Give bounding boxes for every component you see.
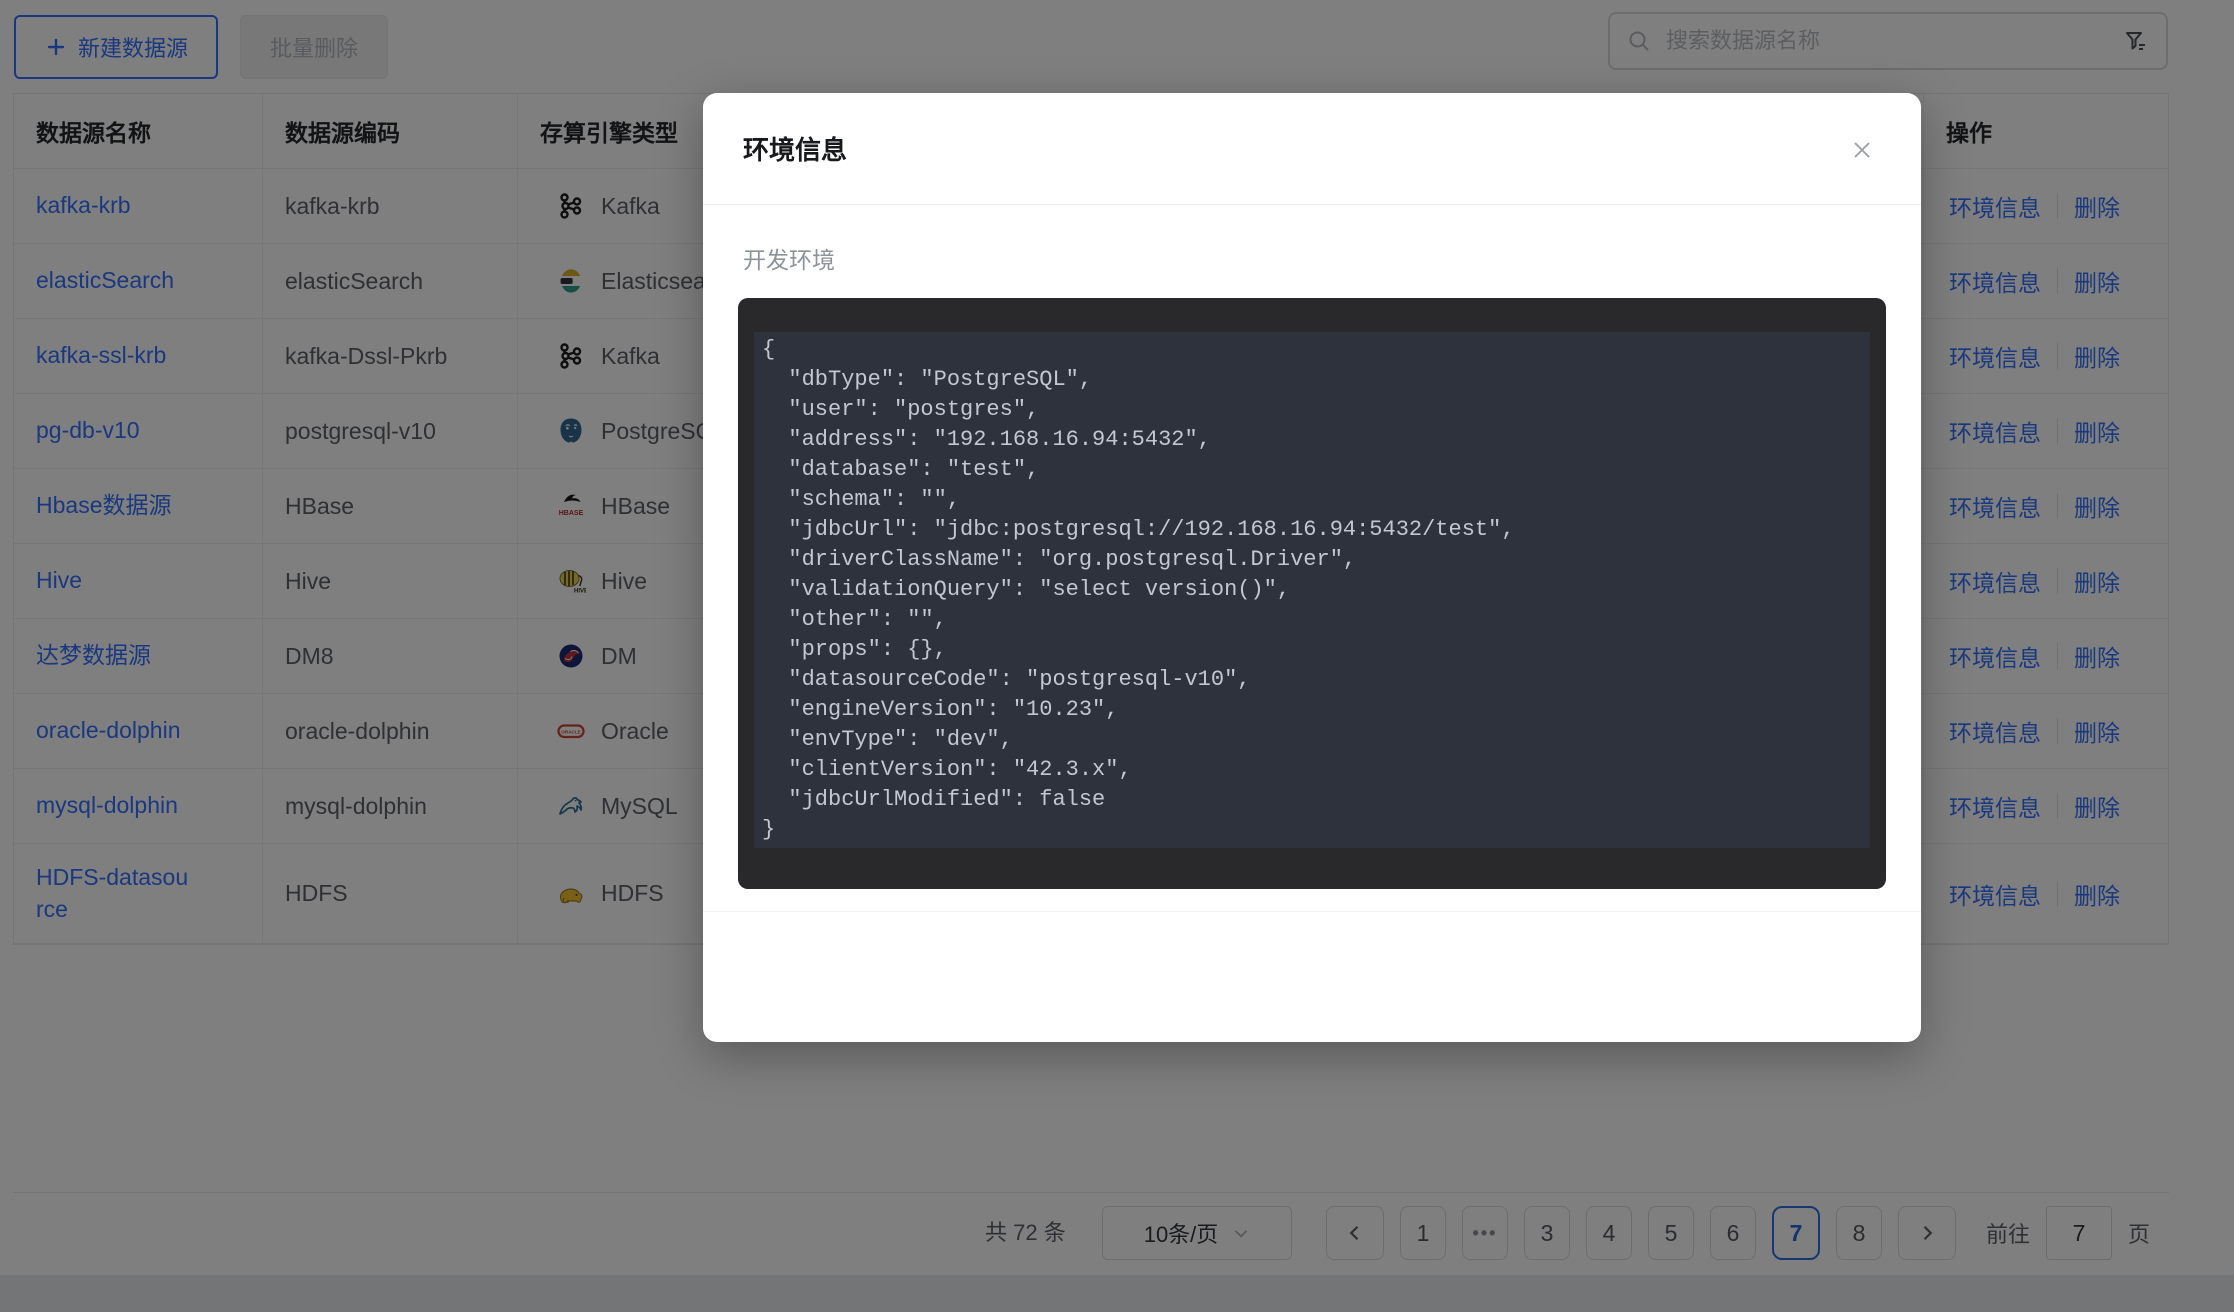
page: 新建数据源 批量删除 数据源名称 数据源编码 存算引擎类型 操作 kafka-k… [0, 0, 2234, 1312]
modal-header: 环境信息 [703, 93, 1921, 205]
env-info-modal: 环境信息 开发环境 { "dbType": "PostgreSQL", "use… [703, 93, 1921, 1042]
modal-footer-divider [703, 911, 1921, 912]
close-icon [1848, 136, 1876, 164]
modal-title: 环境信息 [743, 130, 847, 167]
env-code-inner: { "dbType": "PostgreSQL", "user": "postg… [754, 332, 1870, 848]
env-label: 开发环境 [743, 241, 1881, 275]
env-json-code: { "dbType": "PostgreSQL", "user": "postg… [754, 332, 1870, 845]
env-code-block: { "dbType": "PostgreSQL", "user": "postg… [738, 298, 1886, 889]
modal-close-button[interactable] [1847, 135, 1877, 165]
